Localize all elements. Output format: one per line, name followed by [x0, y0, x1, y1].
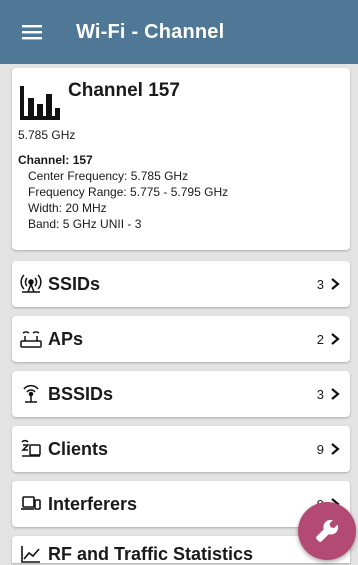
access-point-icon [20, 331, 42, 348]
bar-chart-icon [20, 86, 60, 120]
channel-frequency: 5.785 GHz [18, 128, 76, 142]
chevron-right-icon [331, 388, 340, 400]
nav-item-count: 9 [316, 441, 324, 457]
channel-title: Channel 157 [68, 80, 180, 101]
chevron-right-icon [331, 278, 340, 290]
menu-button[interactable] [0, 0, 64, 64]
center-frequency: Center Frequency: 5.785 GHz [28, 169, 189, 183]
chevron-right-icon [331, 443, 340, 455]
nav-item-label: BSSIDs [48, 383, 114, 404]
page-title: Wi-Fi - Channel [76, 20, 225, 43]
nav-item-count: 2 [316, 331, 324, 347]
channel-label: Channel: [18, 153, 70, 167]
broadcast-icon [20, 274, 42, 293]
devices-icon [21, 439, 41, 457]
nav-item-label: Clients [48, 438, 109, 459]
laptop-icon [21, 496, 41, 510]
nav-item-label: APs [48, 328, 84, 349]
line-chart-icon [21, 546, 40, 563]
channel-summary-card: Channel 157 5.785 GHz Channel: 157 Cente… [12, 68, 350, 250]
nav-item-ssids[interactable]: SSIDs 3 [12, 261, 350, 307]
hamburger-menu-icon [22, 25, 42, 40]
channel-width: Width: 20 MHz [28, 201, 107, 215]
nav-item-label: RF and Traffic Statistics [48, 544, 254, 564]
channel-band: Band: 5 GHz UNII - 3 [28, 217, 142, 231]
frequency-range: Frequency Range: 5.775 - 5.795 GHz [28, 185, 229, 199]
nav-item-aps[interactable]: APs 2 [12, 316, 350, 362]
chevron-right-icon [331, 333, 340, 345]
nav-item-bssids[interactable]: BSSIDs 3 [12, 371, 350, 417]
app-bar: Wi-Fi - Channel [0, 0, 358, 64]
antenna-icon [23, 384, 39, 403]
tools-fab-button[interactable] [298, 502, 356, 560]
channel-value: 157 [72, 153, 93, 167]
nav-item-label: SSIDs [48, 273, 101, 294]
wrench-icon [316, 519, 339, 542]
channel-details: Channel: 157 Center Frequency: 5.785 GHz… [18, 152, 228, 232]
nav-item-clients[interactable]: Clients 9 [12, 426, 350, 472]
nav-item-label: Interferers [48, 493, 138, 514]
nav-item-count: 3 [316, 276, 324, 292]
nav-item-count: 3 [316, 386, 324, 402]
